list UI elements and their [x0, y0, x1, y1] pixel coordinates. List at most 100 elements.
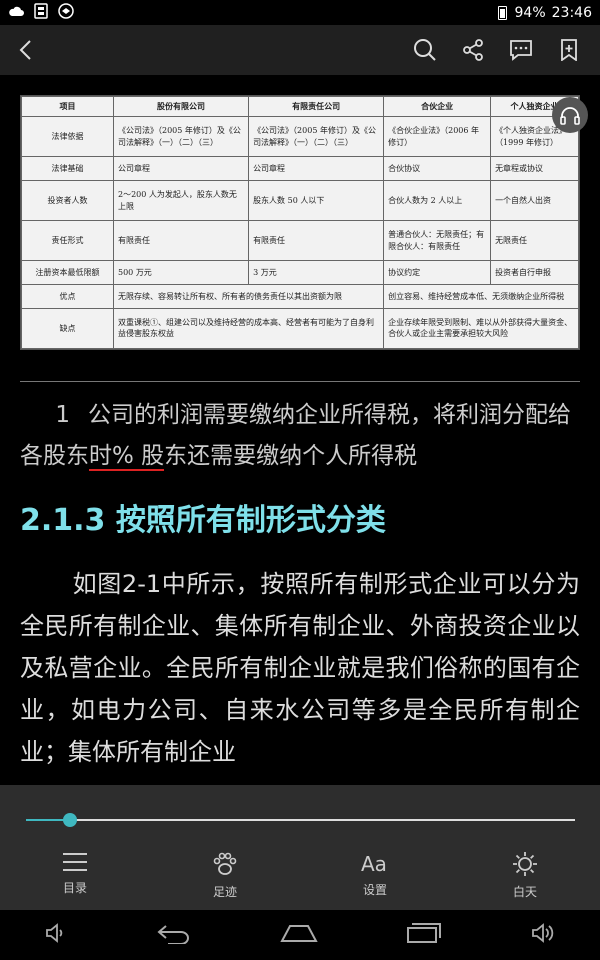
tab-label: 设置: [362, 883, 387, 897]
table-cell: 法律依据: [21, 115, 114, 158]
table-cell: 普通合伙人：无限责任；有限合伙人：有限责任: [383, 220, 492, 262]
table-cell: 无限责任: [490, 220, 579, 262]
table-cell: 合伙协议: [383, 156, 492, 181]
table-row: 法律基础 公司章程 公司章程 合伙协议 无章程或协议: [21, 156, 579, 181]
status-bar: 94% 23:46: [0, 0, 600, 25]
table-row: 责任形式 有限责任 有限责任 普通合伙人：无限责任；有限合伙人：有限责任 无限责…: [21, 220, 579, 262]
reader-controls-panel: 目录 足迹 Aa 设置 白天: [0, 785, 600, 910]
table-cell: 《合伙企业法》（2006 年修订）: [383, 115, 492, 158]
section-heading: 2.1.3 按照所有制形式分类: [20, 503, 386, 538]
table-cell: 优点: [21, 284, 114, 309]
table-cell: 一个自然人出资: [490, 179, 579, 222]
table-cell: 500 万元: [112, 260, 250, 286]
body-paragraph-text: 如图2-1中所示，按照所有制形式企业可以分为全民所有制企业、集体所有制企业、外商…: [20, 570, 580, 766]
volume-up-icon: [532, 923, 554, 943]
table-cell: 公司章程: [248, 156, 385, 181]
svg-text:Aa: Aa: [361, 852, 387, 875]
tab-day-mode[interactable]: 白天: [450, 851, 600, 905]
volume-up-button[interactable]: [530, 922, 556, 948]
table-cell: 公司章程: [112, 156, 250, 181]
reading-area[interactable]: 项目 股份有限公司 有限责任公司 合伙企业 个人独资企业 法律依据 《公司法》（…: [0, 75, 600, 785]
table-cell: 3 万元: [248, 260, 385, 286]
recents-icon: [407, 923, 441, 943]
table-cell: 协议约定: [383, 260, 492, 286]
comparison-table-image: 项目 股份有限公司 有限责任公司 合伙企业 个人独资企业 法律依据 《公司法》（…: [20, 95, 580, 350]
footnote-divider: [20, 381, 580, 382]
listen-button[interactable]: [552, 97, 588, 133]
cloud-icon: [8, 5, 24, 21]
font-settings-icon: Aa: [361, 852, 387, 875]
battery-icon: [497, 5, 507, 20]
comparison-table: 项目 股份有限公司 有限责任公司 合伙企业 个人独资企业 法律依据 《公司法》（…: [21, 96, 579, 350]
table-cell: 企业存续年限受到限制、难以从外部获得大量资金、合伙人或企业主需要承担较大风险: [383, 307, 579, 350]
underlined-text[interactable]: 时% 股: [89, 443, 165, 471]
table-cell: 注册资本最低限额: [21, 260, 114, 286]
battery-percent: 94%: [514, 4, 546, 21]
table-row: 缺点 双重课税①、组建公司以及维持经营的成本高、经营者有可能为了自身利益侵害股东…: [21, 307, 579, 350]
tab-label: 目录: [62, 881, 87, 895]
table-cell: 《公司法》（2005 年修订）及《公司法解释》（一）（二）（三）: [248, 115, 385, 158]
table-cell: 有限责任: [248, 220, 385, 262]
reader-toolbar: [0, 25, 600, 75]
table-cell: 投资者自行申报: [490, 260, 579, 286]
table-header-cell: 合伙企业: [383, 96, 492, 117]
table-row: 优点 无限存续、容易转让所有权、所有者的债务责任以其出资额为限 创立容易、维持经…: [21, 284, 579, 309]
table-header-cell: 有限责任公司: [248, 96, 385, 117]
sun-icon: [513, 852, 537, 876]
table-cell: 责任形式: [21, 220, 114, 262]
bookmark-button[interactable]: [556, 37, 582, 63]
table-cell: 股东人数 50 人以下: [248, 179, 385, 222]
table-cell: 《公司法》（2005 年修订）及《公司法解释》（一）（二）（三）: [112, 115, 250, 158]
volume-down-icon: [46, 923, 63, 943]
tab-label: 白天: [512, 885, 537, 899]
table-cell: 法律基础: [21, 156, 114, 181]
search-icon: [414, 39, 436, 61]
bookmark-add-icon: [561, 39, 577, 61]
back-arrow-icon: [19, 40, 31, 60]
table-cell: 缺点: [21, 307, 114, 350]
table-cell: 有限责任: [112, 220, 250, 262]
body-paragraph: 如图2-1中所示，按照所有制形式企业可以分为全民所有制企业、集体所有制企业、外商…: [20, 563, 580, 773]
headphones-icon: [560, 107, 580, 125]
table-row: 法律依据 《公司法》（2005 年修订）及《公司法解释》（一）（二）（三） 《公…: [21, 115, 579, 158]
app-notification-icon: [34, 2, 48, 23]
table-cell: 无限存续、容易转让所有权、所有者的债务责任以其出资额为限: [112, 284, 385, 309]
table-header-cell: 股份有限公司: [112, 96, 250, 117]
tab-settings[interactable]: Aa 设置: [300, 851, 450, 905]
progress-slider[interactable]: [26, 813, 575, 827]
table-row: 注册资本最低限额 500 万元 3 万元 协议约定 投资者自行申报: [21, 260, 579, 286]
volume-down-button[interactable]: [44, 922, 68, 948]
table-cell: 投资者人数: [21, 179, 114, 222]
table-cell: 2～200 人为发起人，股东人数无上限: [112, 179, 250, 222]
recents-nav-button[interactable]: [406, 922, 442, 948]
footnote-number: 1: [55, 402, 70, 428]
table-header-row: 项目 股份有限公司 有限责任公司 合伙企业 个人独资企业: [21, 96, 579, 117]
home-nav-button[interactable]: [280, 923, 318, 947]
table-cell: 合伙人数为 2 人以上: [383, 179, 492, 222]
search-button[interactable]: [412, 37, 438, 63]
table-row: 投资者人数 2～200 人为发起人，股东人数无上限 股东人数 50 人以下 合伙…: [21, 179, 579, 222]
paw-icon: [213, 852, 237, 875]
home-icon: [280, 925, 318, 942]
footnote: 1 公司的利润需要缴纳企业所得税，将利润分配给各股东时% 股东还需要缴纳个人所得税: [20, 395, 580, 477]
back-nav-button[interactable]: [156, 922, 192, 948]
table-cell: 双重课税①、组建公司以及维持经营的成本高、经营者有可能为了自身利益侵害股东权益: [112, 307, 385, 350]
list-icon: [63, 853, 87, 871]
back-nav-icon: [157, 925, 189, 945]
comment-icon: [510, 40, 532, 61]
table-header-cell: 项目: [21, 96, 114, 117]
tab-toc[interactable]: 目录: [0, 851, 150, 905]
clock: 23:46: [551, 4, 592, 21]
share-button[interactable]: [460, 37, 486, 63]
progress-knob[interactable]: [62, 813, 77, 827]
tab-footprints[interactable]: 足迹: [150, 851, 300, 905]
share-icon: [463, 39, 483, 61]
table-cell: 无章程或协议: [490, 156, 579, 181]
comment-button[interactable]: [508, 37, 534, 63]
footnote-text-end: 东还需要缴纳个人所得税: [164, 443, 418, 469]
browser-notification-icon: [58, 2, 74, 23]
tab-label: 足迹: [212, 885, 237, 899]
table-cell: 创立容易、维持经营成本低、无须缴纳企业所得税: [383, 284, 579, 309]
back-button[interactable]: [12, 37, 38, 63]
system-nav-bar: [0, 910, 600, 960]
